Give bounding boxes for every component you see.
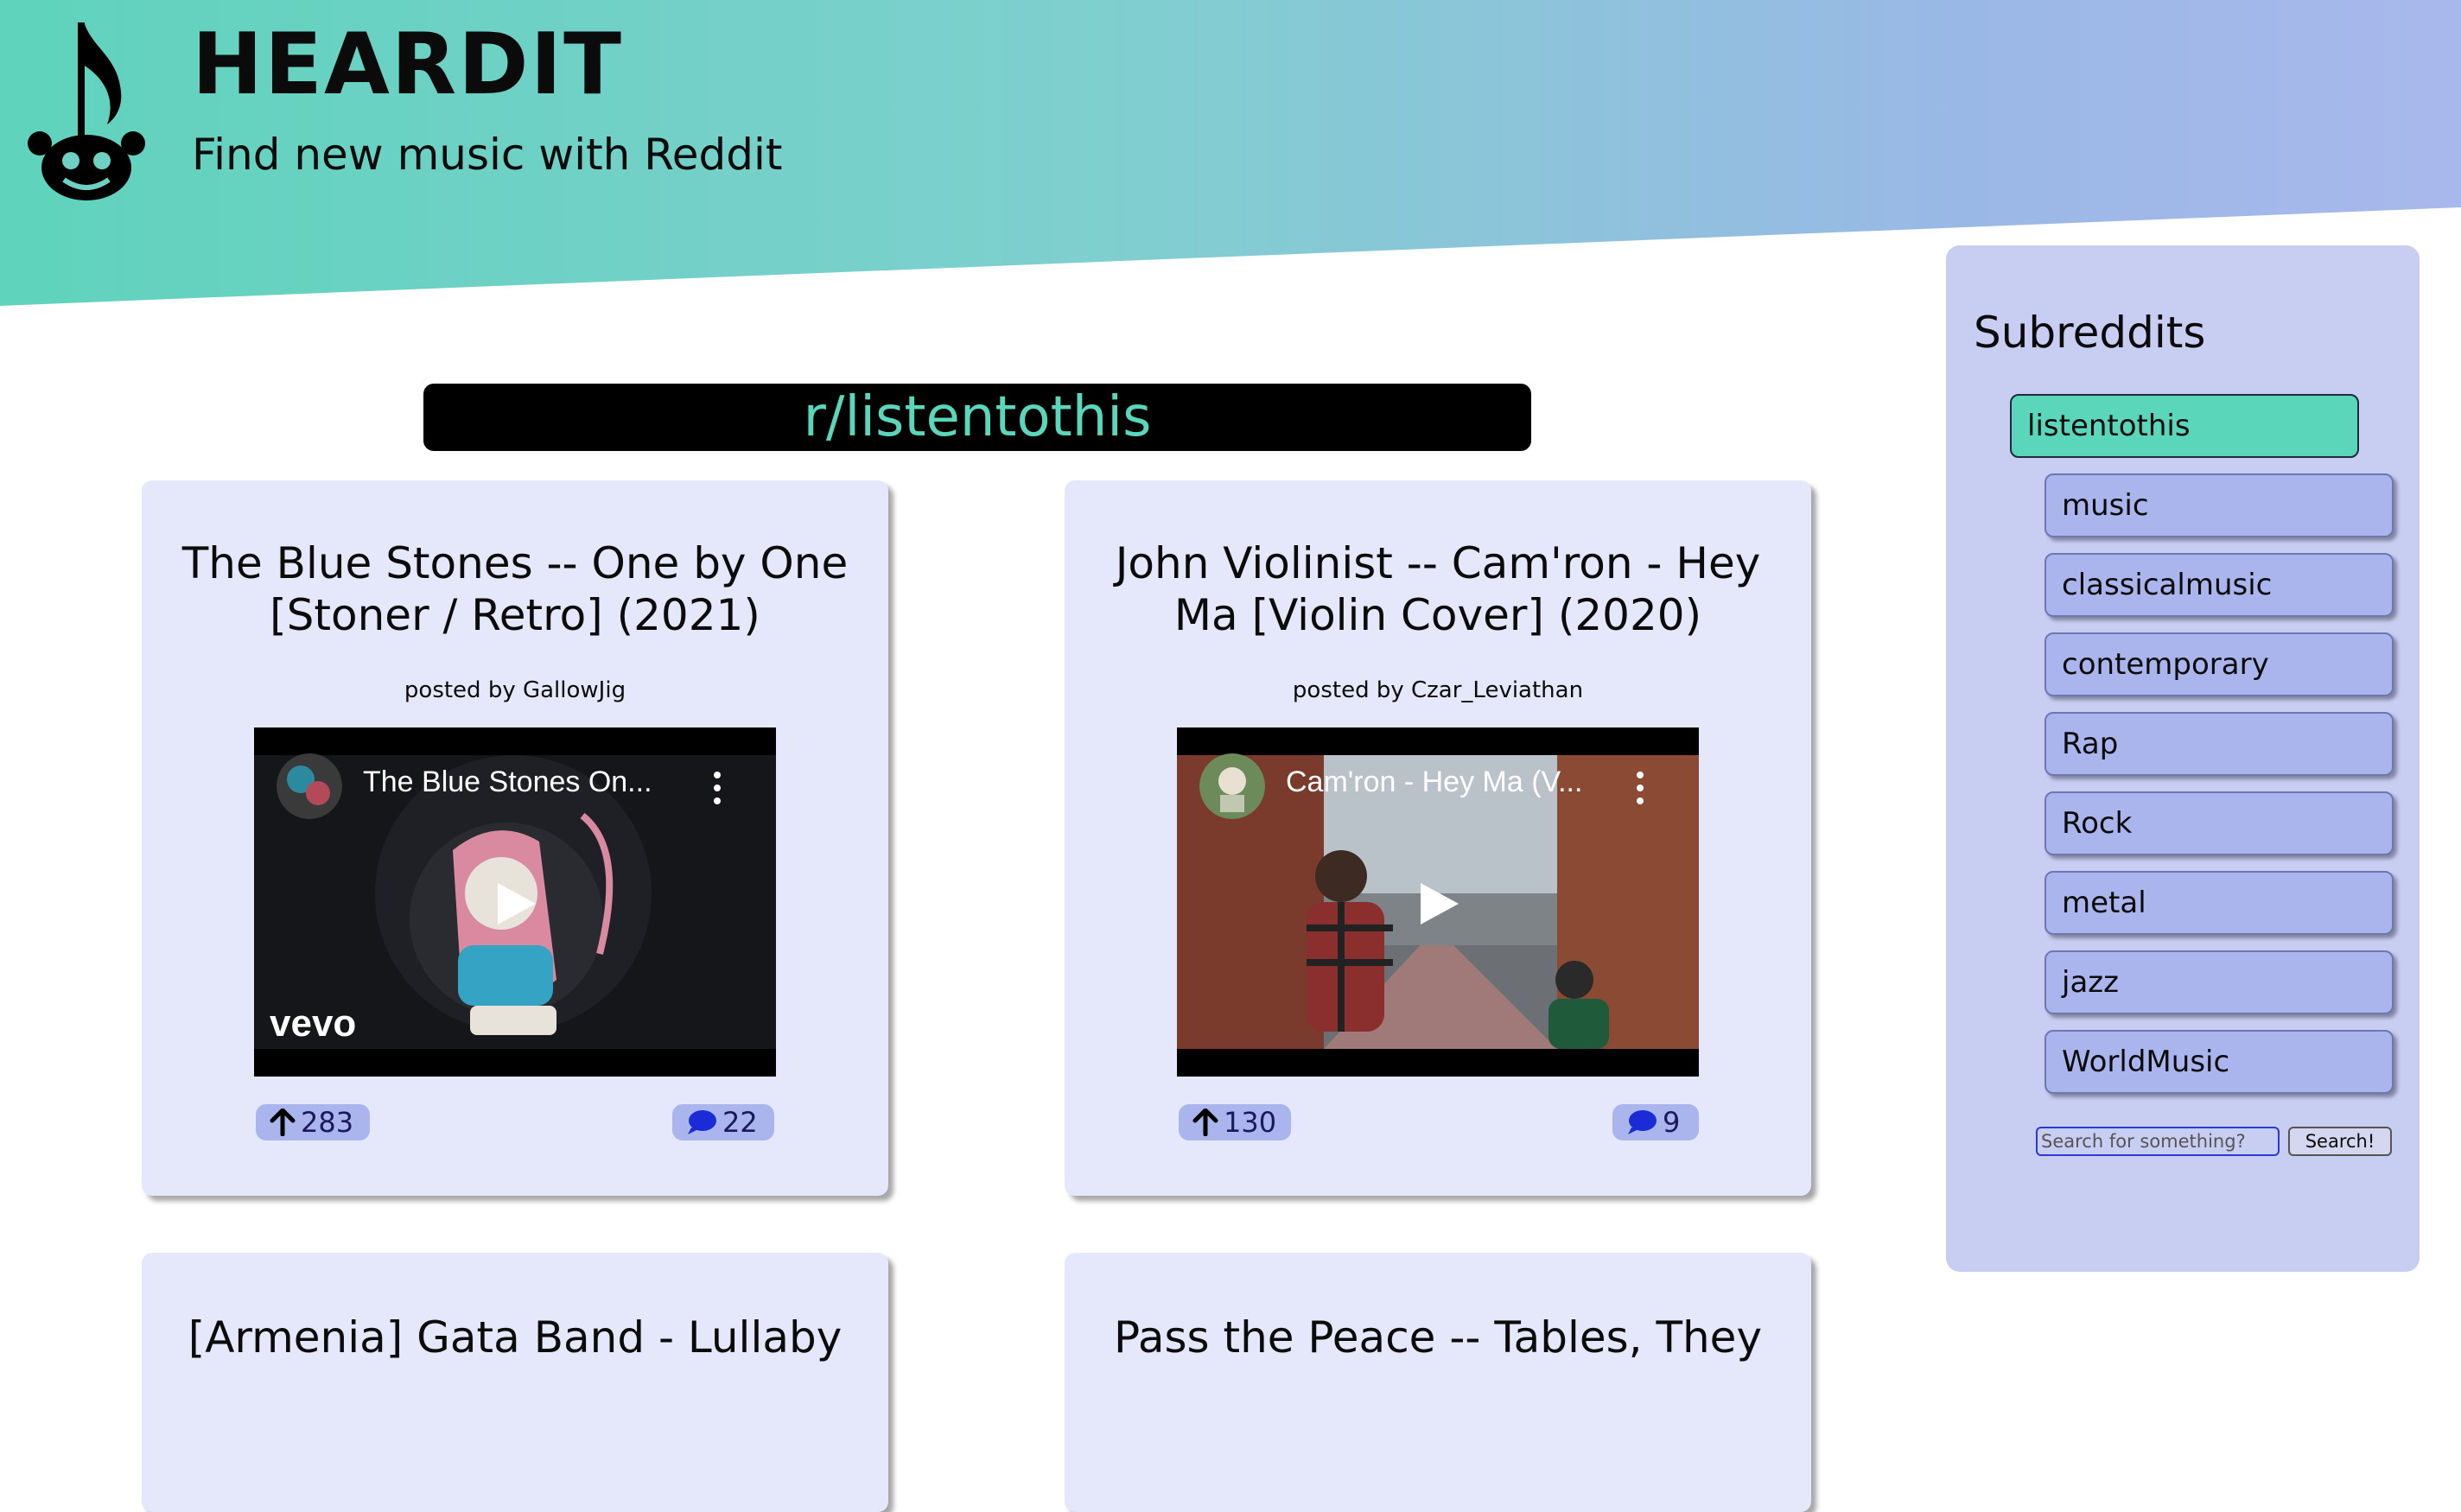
upvote-count: 283	[256, 1104, 370, 1140]
video-player[interactable]: Cam'ron - Hey Ma (V...	[1177, 727, 1699, 1077]
play-icon[interactable]	[1421, 883, 1459, 924]
post-card: The Blue Stones -- One by One [Stoner / …	[142, 480, 888, 1196]
comment-count-value: 22	[722, 1106, 758, 1139]
post-title[interactable]: Pass the Peace -- Tables, They	[1097, 1253, 1779, 1363]
upvote-count-value: 130	[1224, 1106, 1277, 1139]
subreddit-button-music[interactable]: music	[2044, 473, 2394, 537]
arrow-up-icon	[270, 1109, 296, 1136]
comment-count[interactable]: 9	[1612, 1104, 1699, 1140]
more-options-icon[interactable]	[1635, 771, 1645, 805]
post-author: posted by GallowJig	[404, 677, 626, 703]
search-input[interactable]	[2036, 1127, 2280, 1156]
post-card: Pass the Peace -- Tables, They	[1065, 1253, 1811, 1512]
play-icon[interactable]	[498, 883, 536, 924]
post-stats: 283 22	[142, 1104, 888, 1142]
vevo-logo: vevo	[270, 1002, 357, 1045]
post-card: [Armenia] Gata Band - Lullaby	[142, 1253, 888, 1512]
comment-icon	[688, 1110, 716, 1134]
post-card: John Violinist -- Cam'ron - Hey Ma [Viol…	[1065, 480, 1811, 1196]
current-subreddit-heading: r/listentothis	[423, 384, 1531, 451]
upvote-count-value: 283	[301, 1106, 354, 1139]
subreddit-button-jazz[interactable]: jazz	[2044, 950, 2394, 1014]
video-title[interactable]: Cam'ron - Hey Ma (V...	[1286, 766, 1582, 799]
channel-avatar-icon	[277, 753, 342, 819]
comment-icon	[1628, 1110, 1657, 1134]
music-note-reddit-logo-icon[interactable]	[24, 22, 145, 204]
search-button[interactable]: Search!	[2288, 1127, 2392, 1156]
channel-avatar-icon	[1199, 753, 1265, 819]
upvote-count: 130	[1179, 1104, 1291, 1140]
app-subtitle: Find new music with Reddit	[192, 130, 783, 180]
subreddit-button-classicalmusic[interactable]: classicalmusic	[2044, 553, 2394, 617]
comment-count-value: 9	[1663, 1106, 1681, 1139]
subreddit-sidebar: Subreddits listentothis music classicalm…	[1946, 245, 2420, 1272]
comment-count[interactable]: 22	[672, 1104, 774, 1140]
subreddit-button-metal[interactable]: metal	[2044, 871, 2394, 935]
post-stats: 130 9	[1065, 1104, 1811, 1142]
sidebar-title: Subreddits	[1974, 308, 2206, 358]
arrow-up-icon	[1192, 1109, 1218, 1136]
post-title[interactable]: The Blue Stones -- One by One [Stoner / …	[174, 480, 856, 641]
subreddit-button-rap[interactable]: Rap	[2044, 712, 2394, 776]
video-player[interactable]: The Blue Stones On... vevo	[254, 727, 776, 1077]
post-author: posted by Czar_Leviathan	[1292, 677, 1584, 703]
post-title[interactable]: John Violinist -- Cam'ron - Hey Ma [Viol…	[1097, 480, 1779, 641]
app-title: HEARDIT	[192, 16, 623, 114]
post-title[interactable]: [Armenia] Gata Band - Lullaby	[174, 1253, 856, 1363]
subreddit-button-worldmusic[interactable]: WorldMusic	[2044, 1030, 2394, 1094]
subreddit-button-contemporary[interactable]: contemporary	[2044, 632, 2394, 696]
subreddit-button-listentothis[interactable]: listentothis	[2010, 394, 2359, 458]
video-title[interactable]: The Blue Stones On...	[363, 766, 652, 799]
more-options-icon[interactable]	[712, 771, 722, 805]
subreddit-button-rock[interactable]: Rock	[2044, 791, 2394, 855]
